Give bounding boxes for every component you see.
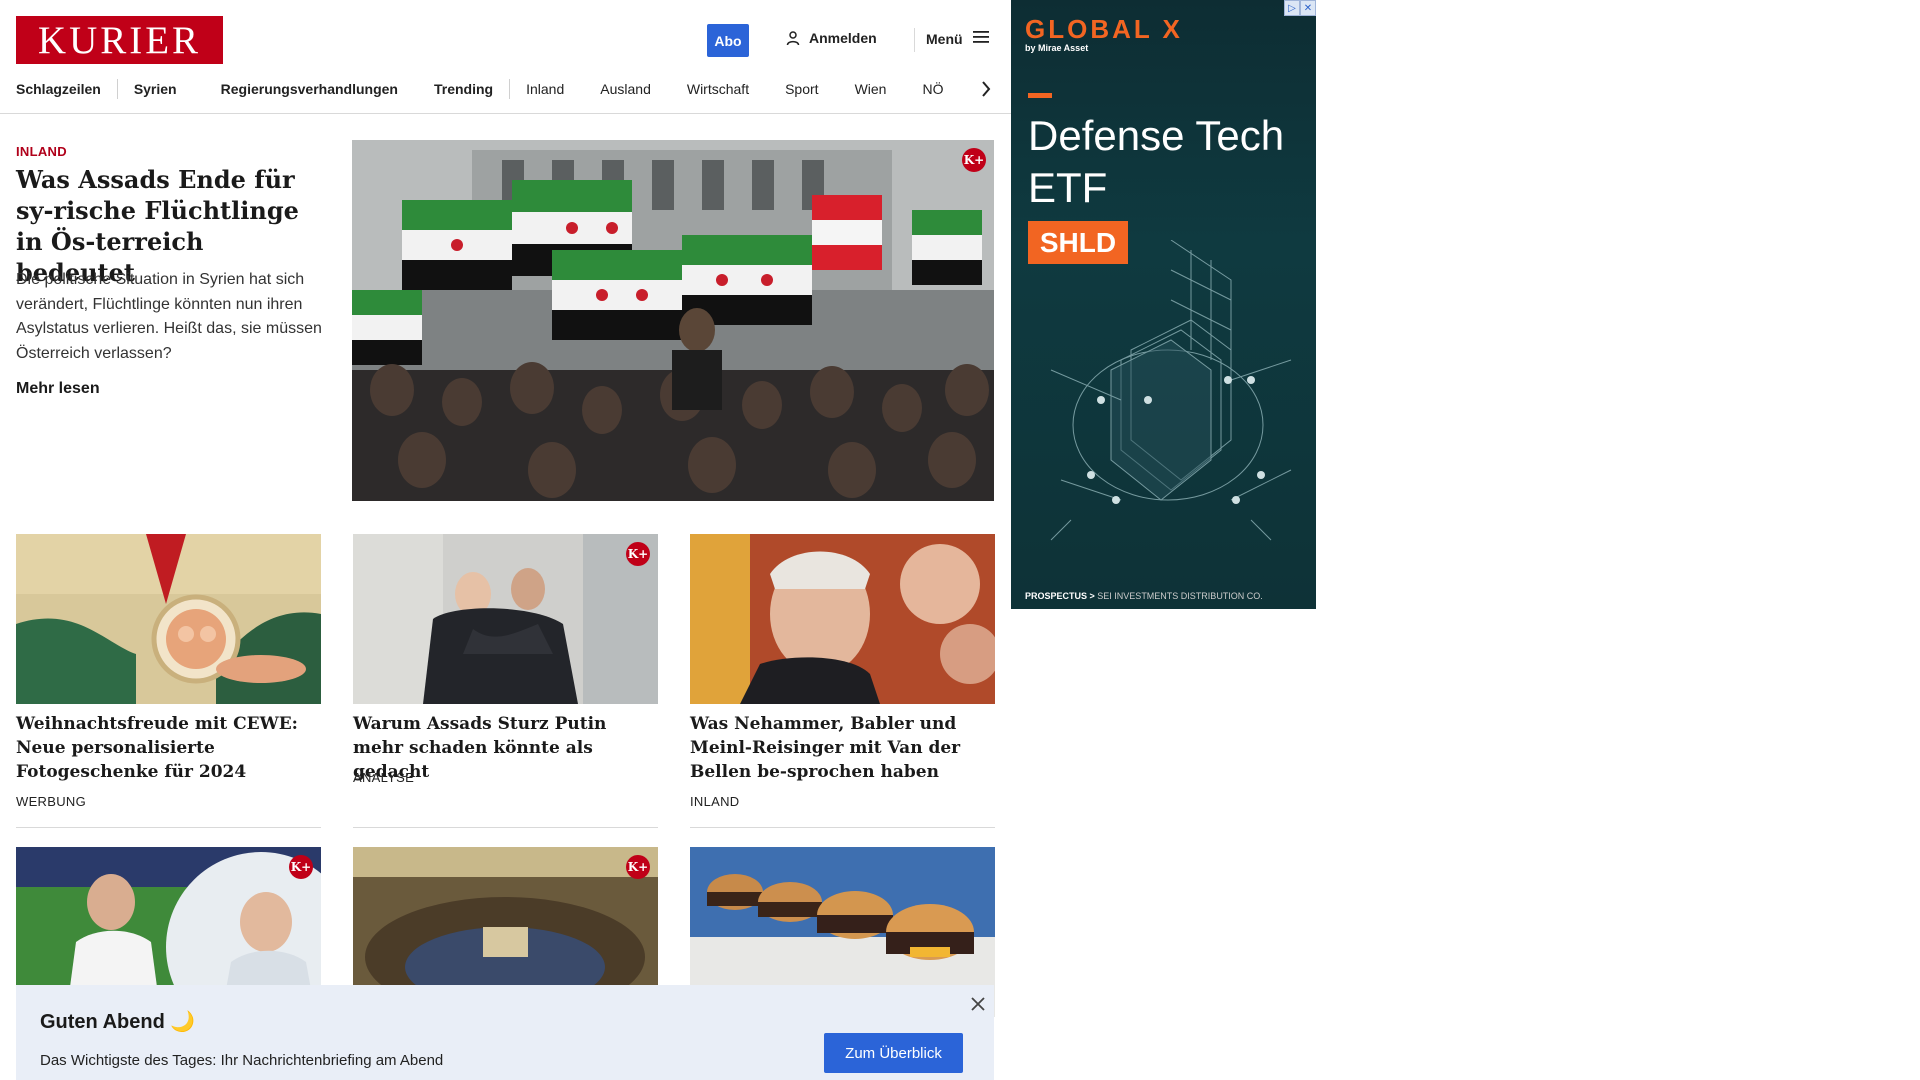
nav-scroll-right-icon[interactable] — [976, 78, 996, 100]
nav-item-regierungsverhandlungen[interactable]: Regierungsverhandlungen — [221, 81, 398, 97]
login-label: Anmelden — [809, 30, 877, 46]
advertisement[interactable]: GLOBAL X by Mirae Asset Defense Tech ETF… — [1011, 0, 1316, 609]
van-der-bellen-photo — [690, 534, 995, 704]
card-tag[interactable]: ANALYSE — [353, 770, 414, 785]
nav-item-ausland[interactable]: Ausland — [600, 81, 651, 97]
ad-close-icon[interactable]: ✕ — [1300, 0, 1316, 16]
ad-headline: Defense Tech ETF — [1028, 112, 1285, 211]
abo-button[interactable]: Abo — [707, 24, 749, 57]
close-icon[interactable] — [969, 995, 987, 1013]
cewe-ornament-photo — [16, 534, 321, 704]
lead-photo-syrian-flags — [352, 140, 994, 501]
premium-badge-icon: K+ — [626, 542, 650, 566]
banner-title: Guten Abend 🌙 — [40, 1011, 196, 1033]
main-nav: Schlagzeilen Syrien Regierungsverhandlun… — [16, 78, 943, 100]
ad-shield-graphic — [1050, 240, 1292, 541]
card-image-putin-assad[interactable]: K+ — [353, 534, 658, 704]
ad-brand-logo: GLOBAL X — [1025, 14, 1183, 44]
premium-badge-icon: K+ — [289, 855, 313, 879]
card-divider — [16, 827, 321, 828]
nav-item-inland[interactable]: Inland — [526, 81, 564, 97]
ad-prospectus-link[interactable]: PROSPECTUS > — [1025, 591, 1095, 601]
ad-footer: PROSPECTUS > SEI INVESTMENTS DISTRIBUTIO… — [1025, 591, 1263, 601]
nav-item-schlagzeilen[interactable]: Schlagzeilen — [16, 81, 101, 97]
menu-label: Menü — [926, 30, 963, 47]
nav-item-syrien[interactable]: Syrien — [134, 81, 177, 97]
premium-badge-icon: K+ — [626, 855, 650, 879]
lead-teaser: Die politische Situation in Syrien hat s… — [16, 271, 322, 362]
hamburger-icon — [972, 30, 989, 47]
kurier-logo[interactable]: KURIER — [16, 16, 223, 64]
ad-footer-text: SEI INVESTMENTS DISTRIBUTION CO. — [1097, 591, 1263, 601]
menu-button[interactable]: Menü — [926, 30, 989, 47]
lead-kicker[interactable]: INLAND — [16, 144, 67, 159]
nav-item-trending[interactable]: Trending — [434, 81, 493, 97]
nav-item-wirtschaft[interactable]: Wirtschaft — [687, 81, 749, 97]
overview-button[interactable]: Zum Überblick — [824, 1033, 963, 1073]
card-tag[interactable]: WERBUNG — [16, 794, 86, 809]
read-more-link[interactable]: Mehr lesen — [16, 380, 100, 398]
evening-briefing-banner: Guten Abend 🌙 Das Wichtigste des Tages: … — [16, 985, 994, 1080]
premium-badge-icon: K+ — [962, 148, 986, 172]
user-icon — [785, 30, 801, 46]
card-image-cewe[interactable] — [16, 534, 321, 704]
nav-item-noe[interactable]: NÖ — [922, 81, 943, 97]
banner-text: Das Wichtigste des Tages: Ihr Nachrichte… — [40, 1052, 444, 1069]
site-header: KURIER Abo Anmelden Menü Schlagzeilen Sy… — [0, 0, 1012, 114]
card-divider — [690, 827, 995, 828]
nav-divider — [509, 79, 511, 99]
ad-choices[interactable]: ▷ ✕ — [1284, 0, 1316, 16]
card-image-van-der-bellen[interactable] — [690, 534, 995, 704]
card-tag[interactable]: INLAND — [690, 794, 739, 809]
ad-choices-icon[interactable]: ▷ — [1284, 0, 1300, 16]
login-button[interactable]: Anmelden — [785, 30, 877, 46]
card-divider — [353, 827, 658, 828]
putin-assad-photo — [353, 534, 658, 704]
card-headline[interactable]: Was Nehammer, Babler und Meinl-Reisinger… — [690, 712, 995, 784]
nav-item-wien[interactable]: Wien — [855, 81, 887, 97]
nav-divider — [116, 79, 118, 99]
nav-item-sport[interactable]: Sport — [785, 81, 818, 97]
card-headline[interactable]: Weihnachtsfreude mit CEWE: Neue personal… — [16, 712, 321, 784]
ad-brand-sub: by Mirae Asset — [1025, 43, 1089, 53]
header-divider — [914, 28, 915, 52]
ad-accent-bar — [1028, 93, 1052, 98]
lead-image[interactable]: K+ — [352, 140, 994, 501]
